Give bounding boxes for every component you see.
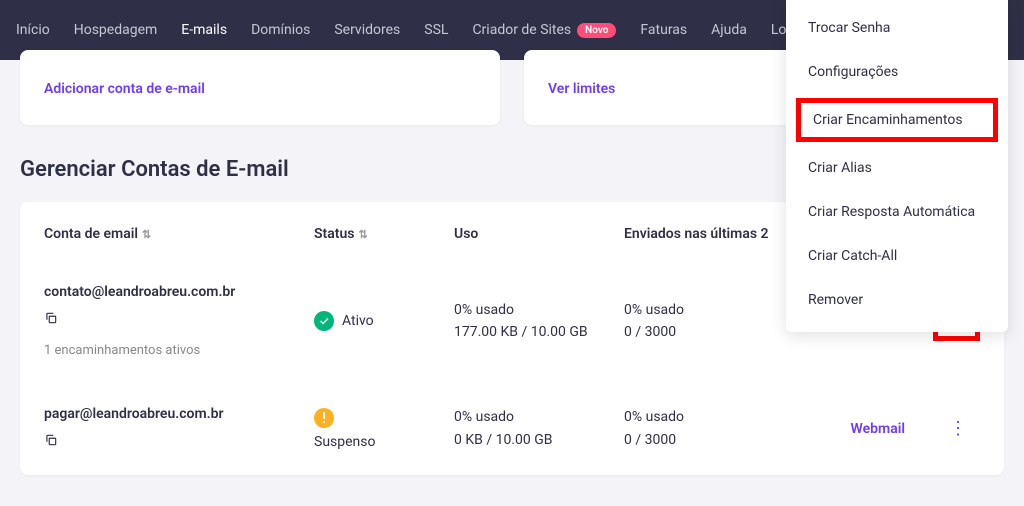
actions-dropdown: Trocar Senha Configurações Criar Encamin… xyxy=(786,0,1008,332)
th-status-label: Status xyxy=(314,226,354,242)
th-email-label: Conta de email xyxy=(44,226,138,242)
nav-criador-sites[interactable]: Criador de Sites Novo xyxy=(472,22,616,38)
nav-ssl[interactable]: SSL xyxy=(424,22,448,38)
status-suspended-icon xyxy=(314,408,334,428)
uso-cell: 0% usado 0 KB / 10.00 GB xyxy=(454,406,624,451)
forwarding-status: 1 encaminhamentos ativos xyxy=(44,343,314,358)
dropdown-criar-encaminhamentos[interactable]: Criar Encaminhamentos xyxy=(796,98,998,142)
status-text: Suspenso xyxy=(314,434,375,450)
uso-cell: 0% usado 177.00 KB / 10.00 GB xyxy=(454,299,624,344)
add-email-card: Adicionar conta de e-mail xyxy=(20,50,500,125)
email-cell: contato@leandroabreu.com.br 1 encaminham… xyxy=(44,284,314,358)
nav-faturas[interactable]: Faturas xyxy=(640,22,687,38)
sort-icon: ⇅ xyxy=(358,228,367,241)
more-actions-button[interactable]: ⋮ xyxy=(941,416,980,442)
nav-ajuda[interactable]: Ajuda xyxy=(711,22,747,38)
nav-inicio[interactable]: Início xyxy=(16,22,50,38)
env-detail: 0 / 3000 xyxy=(624,321,804,343)
env-pct: 0% usado xyxy=(624,406,804,428)
env-pct: 0% usado xyxy=(624,299,804,321)
dropdown-trocar-senha[interactable]: Trocar Senha xyxy=(786,6,1008,50)
th-status[interactable]: Status ⇅ xyxy=(314,226,454,242)
env-detail: 0 / 3000 xyxy=(624,429,804,451)
nav-servidores[interactable]: Servidores xyxy=(334,22,400,38)
status-cell: Suspenso xyxy=(314,408,454,450)
actions-cell: Webmail ⋮ xyxy=(804,416,980,442)
sort-icon: ⇅ xyxy=(142,228,151,241)
dropdown-criar-resposta[interactable]: Criar Resposta Automática xyxy=(786,190,1008,234)
th-enviados: Enviados nas últimas 2 xyxy=(624,226,804,242)
copy-icon[interactable] xyxy=(44,310,58,329)
nav-emails[interactable]: E-mails xyxy=(181,22,227,38)
status-active-icon xyxy=(314,311,334,331)
webmail-link[interactable]: Webmail xyxy=(851,421,905,437)
table-row: pagar@leandroabreu.com.br Suspenso 0% us… xyxy=(44,382,980,475)
th-email[interactable]: Conta de email ⇅ xyxy=(44,226,314,242)
copy-icon[interactable] xyxy=(44,432,58,451)
enviados-cell: 0% usado 0 / 3000 xyxy=(624,406,804,451)
dropdown-remover[interactable]: Remover xyxy=(786,278,1008,322)
uso-pct: 0% usado xyxy=(454,299,624,321)
email-address: contato@leandroabreu.com.br xyxy=(44,284,314,300)
uso-detail: 177.00 KB / 10.00 GB xyxy=(454,321,624,343)
dropdown-configuracoes[interactable]: Configurações xyxy=(786,50,1008,94)
status-text: Ativo xyxy=(342,313,374,329)
uso-pct: 0% usado xyxy=(454,406,624,428)
badge-novo: Novo xyxy=(577,23,616,38)
nav-hospedagem[interactable]: Hospedagem xyxy=(74,22,158,38)
nav-criador-sites-label: Criador de Sites xyxy=(472,22,571,38)
email-address: pagar@leandroabreu.com.br xyxy=(44,406,314,422)
dropdown-criar-alias[interactable]: Criar Alias xyxy=(786,146,1008,190)
status-cell: Ativo xyxy=(314,311,454,331)
add-email-link[interactable]: Adicionar conta de e-mail xyxy=(44,81,205,97)
email-cell: pagar@leandroabreu.com.br xyxy=(44,406,314,451)
uso-detail: 0 KB / 10.00 GB xyxy=(454,429,624,451)
enviados-cell: 0% usado 0 / 3000 xyxy=(624,299,804,344)
dropdown-criar-catchall[interactable]: Criar Catch-All xyxy=(786,234,1008,278)
th-uso: Uso xyxy=(454,226,624,242)
ver-limites-link[interactable]: Ver limites xyxy=(548,81,615,97)
nav-dominios[interactable]: Domínios xyxy=(251,22,310,38)
